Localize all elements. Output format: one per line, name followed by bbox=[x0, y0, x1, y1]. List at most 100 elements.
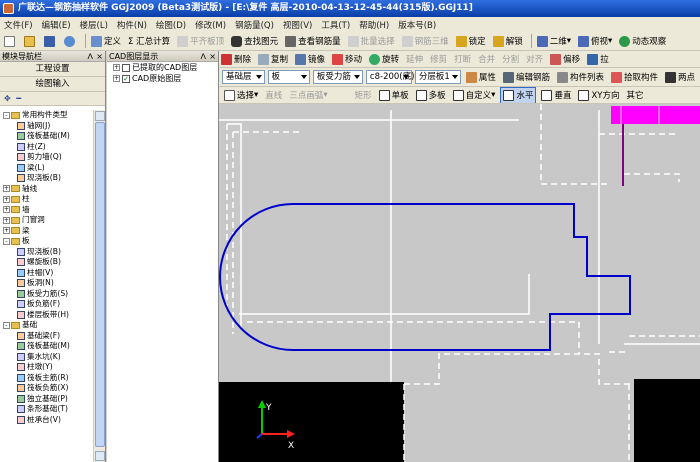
tree-item[interactable]: 轴网(J) bbox=[0, 121, 93, 132]
multi-board-button[interactable]: 多板 bbox=[414, 87, 448, 103]
close-icon[interactable]: × bbox=[96, 51, 103, 62]
tree-scrollbar[interactable] bbox=[93, 110, 105, 462]
define-button[interactable]: 定义 bbox=[89, 33, 123, 50]
line-button[interactable]: 直线 bbox=[263, 87, 284, 103]
tree-item[interactable]: 筏板负筋(X) bbox=[0, 383, 93, 394]
merge-button[interactable]: 合并 bbox=[476, 51, 497, 67]
open-button[interactable] bbox=[22, 33, 39, 50]
offset-button[interactable]: 偏移 bbox=[548, 51, 582, 67]
tree-item[interactable]: 柱帽(V) bbox=[0, 268, 93, 279]
scroll-thumb[interactable] bbox=[95, 122, 105, 447]
custom-button[interactable]: 自定义 ▾ bbox=[451, 87, 498, 103]
tree-item[interactable]: 柱(Z) bbox=[0, 142, 93, 153]
tree-item[interactable]: 筏板主筋(R) bbox=[0, 373, 93, 384]
project-settings-button[interactable]: 工程设置 bbox=[0, 62, 105, 77]
checkbox-extracted[interactable] bbox=[122, 63, 130, 72]
dynamic-view-button[interactable]: 动态观察 bbox=[617, 33, 668, 50]
collapse-icon[interactable]: - bbox=[3, 111, 10, 119]
properties-button[interactable]: 属性 bbox=[464, 69, 498, 86]
horizontal-button[interactable]: 水平 bbox=[500, 87, 537, 103]
flat-board-button[interactable]: 平齐板顶 bbox=[175, 33, 226, 50]
layer-select[interactable]: 基础层 bbox=[222, 70, 265, 84]
view-2d-button[interactable]: 二维 ▾ bbox=[535, 33, 573, 50]
tree-folder[interactable]: -板 bbox=[0, 236, 93, 247]
component-list-button[interactable]: 构件列表 bbox=[555, 69, 606, 86]
single-board-button[interactable]: 单板 bbox=[377, 87, 411, 103]
tree-item[interactable]: 板受力筋(S) bbox=[0, 289, 93, 300]
copy-button[interactable]: 复制 bbox=[256, 51, 290, 67]
tree-folder[interactable]: + 梁 bbox=[0, 226, 93, 237]
pick-component-button[interactable]: 拾取构件 bbox=[609, 69, 660, 86]
expand-icon[interactable]: + bbox=[3, 185, 10, 193]
menu-view[interactable]: 视图(V) bbox=[283, 19, 312, 31]
view-top-button[interactable]: 俯视 ▾ bbox=[576, 33, 614, 50]
move-button[interactable]: 移动 bbox=[330, 51, 364, 67]
pull-button[interactable]: 拉 bbox=[585, 51, 611, 67]
tree-item[interactable]: 剪力墙(Q) bbox=[0, 152, 93, 163]
expand-icon[interactable]: + bbox=[3, 195, 10, 203]
expand-icon[interactable]: + bbox=[3, 227, 10, 235]
tree-folder[interactable]: + 轴线 bbox=[0, 184, 93, 195]
rect-button[interactable]: 矩形 bbox=[353, 87, 374, 103]
floor-layer-select[interactable]: 分层板1 bbox=[414, 70, 461, 84]
tree-item[interactable]: 条形基础(T) bbox=[0, 404, 93, 415]
view-rebar-button[interactable]: 查看钢筋量 bbox=[283, 33, 343, 50]
tree-folder[interactable]: + 门窗洞 bbox=[0, 215, 93, 226]
find-element-button[interactable]: 查找图元 bbox=[229, 33, 280, 50]
expand-icon[interactable]: + bbox=[113, 64, 120, 71]
menu-edit[interactable]: 编辑(E) bbox=[42, 19, 71, 31]
expand-all-icon[interactable]: ✥ bbox=[4, 94, 11, 103]
collapse-icon[interactable]: - bbox=[3, 321, 10, 329]
three-point-arc-button[interactable]: 三点画弧 ▾ bbox=[287, 87, 329, 103]
tree-folder[interactable]: + 墙 bbox=[0, 205, 93, 216]
menu-help[interactable]: 帮助(H) bbox=[359, 19, 389, 31]
sub-type-select[interactable]: 板受力筋 bbox=[312, 70, 363, 84]
menu-file[interactable]: 文件(F) bbox=[4, 19, 33, 31]
menu-floor[interactable]: 楼层(L) bbox=[80, 19, 108, 31]
edit-rebar-button[interactable]: 编辑钢筋 bbox=[501, 69, 552, 86]
cad-layer-row-original[interactable]: + ✓ CAD原始图层 bbox=[107, 73, 218, 84]
tree-item[interactable]: 柱墩(Y) bbox=[0, 362, 93, 373]
batch-select-button[interactable]: 批量选择 bbox=[346, 33, 397, 50]
tree-item[interactable]: 螺旋板(B) bbox=[0, 257, 93, 268]
tree-item[interactable]: 现浇板(B) bbox=[0, 247, 93, 258]
extend-button[interactable]: 延伸 bbox=[404, 51, 425, 67]
tree-item[interactable]: 板负筋(F) bbox=[0, 299, 93, 310]
tree-folder[interactable]: - 基础 bbox=[0, 320, 93, 331]
rotate-button[interactable]: 旋转 bbox=[367, 51, 401, 67]
cad-layer-row-extracted[interactable]: + 已提取的CAD图层 bbox=[107, 62, 218, 73]
mirror-button[interactable]: 镜像 bbox=[293, 51, 327, 67]
tree-item[interactable]: 楼层板带(H) bbox=[0, 310, 93, 321]
tree-item[interactable]: 板洞(N) bbox=[0, 278, 93, 289]
checkbox-original[interactable]: ✓ bbox=[122, 74, 130, 83]
collapse-all-icon[interactable]: ━ bbox=[16, 94, 21, 103]
tree-item[interactable]: 筏板基础(M) bbox=[0, 131, 93, 142]
undo-button[interactable] bbox=[62, 33, 79, 50]
expand-icon[interactable]: + bbox=[113, 75, 120, 82]
menu-tools[interactable]: 工具(T) bbox=[321, 19, 350, 31]
tree-item[interactable]: 梁(L) bbox=[0, 163, 93, 174]
new-button[interactable] bbox=[2, 33, 19, 50]
two-point-button[interactable]: 两点 bbox=[663, 69, 697, 86]
menu-modify[interactable]: 修改(M) bbox=[195, 19, 226, 31]
component-type-select[interactable]: 板 bbox=[267, 70, 310, 84]
expand-icon[interactable]: + bbox=[3, 216, 10, 224]
close-icon[interactable]: × bbox=[209, 51, 216, 62]
tree-item[interactable]: 桩承台(V) bbox=[0, 415, 93, 426]
menu-version[interactable]: 版本号(B) bbox=[398, 19, 436, 31]
xy-direction-button[interactable]: XY方向 bbox=[576, 87, 621, 103]
rebar-3d-button[interactable]: 钢筋三维 bbox=[400, 33, 451, 50]
menu-rebar[interactable]: 钢筋量(Q) bbox=[235, 19, 274, 31]
expand-icon[interactable]: + bbox=[3, 206, 10, 214]
collapse-icon[interactable]: - bbox=[3, 237, 10, 245]
tree-item[interactable]: 筏板基础(M) bbox=[0, 341, 93, 352]
pin-icon[interactable]: ᐱ bbox=[88, 51, 93, 62]
tree-item[interactable]: 基础梁(F) bbox=[0, 331, 93, 342]
pin-icon[interactable]: ᐱ bbox=[201, 51, 206, 62]
break-button[interactable]: 打断 bbox=[452, 51, 473, 67]
menu-draw[interactable]: 绘图(D) bbox=[156, 19, 186, 31]
sum-calc-button[interactable]: Σ 汇总计算 bbox=[126, 33, 172, 50]
other-button[interactable]: 其它 bbox=[625, 87, 646, 103]
delete-button[interactable]: 删除 bbox=[219, 51, 253, 67]
tree-item[interactable]: 集水坑(K) bbox=[0, 352, 93, 363]
